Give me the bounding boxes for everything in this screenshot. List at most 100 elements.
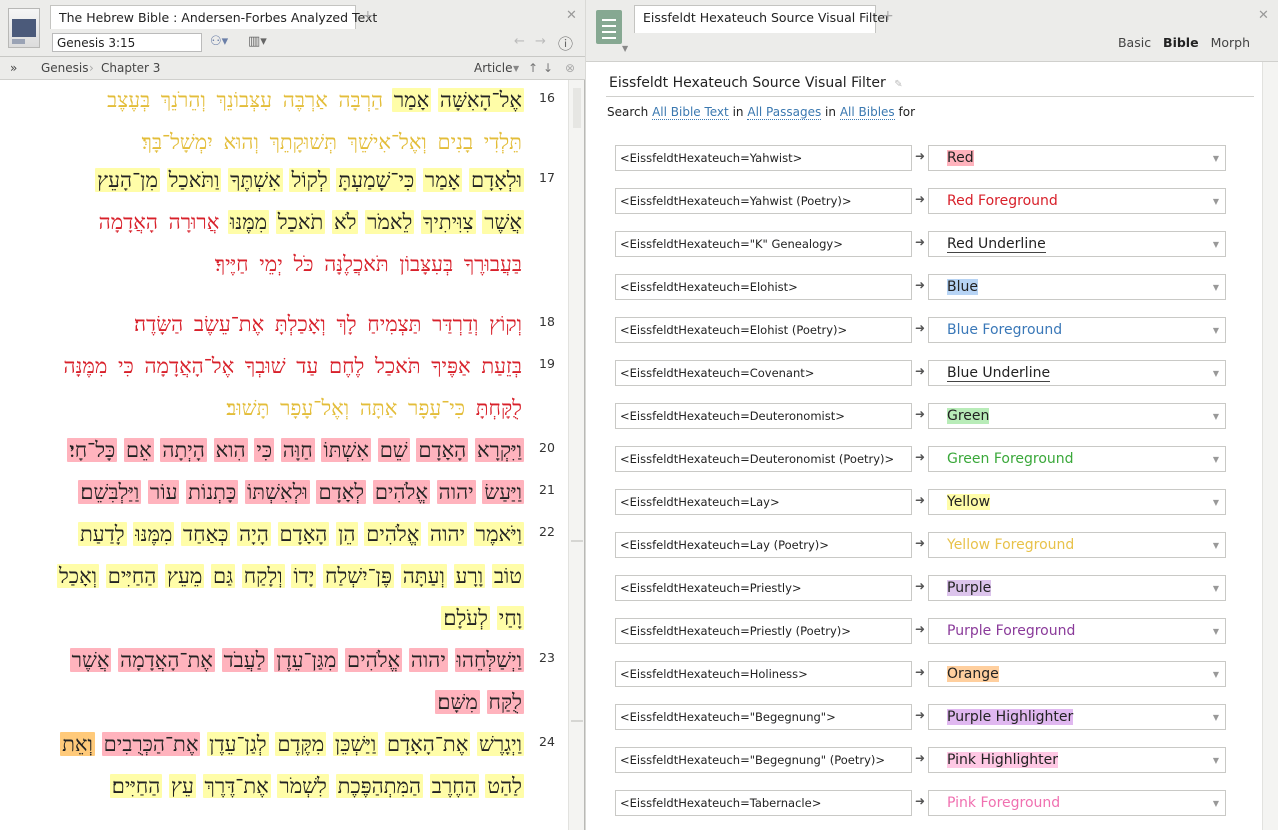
hebrew-word[interactable]: תֹּאכַל [373, 354, 423, 378]
chevron-down-icon[interactable]: ▼ [1213, 670, 1219, 679]
hebrew-word[interactable]: וַיַּשְׁכֵּן [332, 732, 379, 756]
hebrew-word[interactable]: לָדַעַת [77, 522, 127, 546]
hebrew-word[interactable]: אִשְׁתֶּךָ [228, 168, 283, 192]
filter-query-input[interactable]: <EissfeldtHexateuch=Deuteronomist (Poetr… [615, 446, 912, 472]
hebrew-word[interactable]: אִשְׁתּוֹ [321, 438, 372, 462]
hebrew-word[interactable]: יהוה [408, 648, 448, 672]
chevron-down-icon[interactable]: ▼ [1213, 240, 1219, 249]
hebrew-word[interactable]: תֵּלְדִי [482, 130, 524, 154]
document-menu-icon[interactable]: ▼ [622, 44, 628, 53]
resource-cover-icon[interactable] [8, 8, 40, 48]
highlight-style-select[interactable]: Yellow Foreground ▼ [928, 532, 1226, 558]
chevron-down-icon[interactable]: ▼ [1213, 541, 1219, 550]
hebrew-word[interactable]: כִּי [254, 438, 275, 462]
scroll-thumb[interactable] [573, 88, 581, 128]
chevron-down-icon[interactable]: ▼ [1213, 283, 1219, 292]
hebrew-word[interactable]: תַּצְמִיחַ [365, 312, 423, 336]
reference-input[interactable]: Genesis 3:15 [52, 33, 202, 52]
chevron-down-icon[interactable]: ▼ [1213, 412, 1219, 421]
hebrew-word[interactable]: תָּשׁוּב׃ [224, 396, 271, 420]
hebrew-word[interactable]: אֶת־דֶּרֶךְ [202, 774, 271, 798]
edit-pencil-icon[interactable]: ✎ [894, 79, 902, 90]
hebrew-word[interactable]: כָּל־חָי׃ [67, 438, 118, 462]
hebrew-word[interactable]: אֲשֶׁר [69, 648, 112, 672]
highlight-style-select[interactable]: Purple ▼ [928, 575, 1226, 601]
search-text-scope-link[interactable]: All Bible Text [652, 105, 729, 120]
hebrew-word[interactable]: וּלְאִשְׁתּוֹ [244, 480, 310, 504]
highlight-style-select[interactable]: Pink Foreground ▼ [928, 790, 1226, 816]
verse-number[interactable]: 18 [532, 314, 562, 329]
hebrew-word[interactable]: אֱלֹהִים [364, 522, 422, 546]
hebrew-word[interactable]: לְאָדָם [316, 480, 367, 504]
hebrew-word[interactable]: לֻקָּחְתָּ [474, 396, 524, 420]
hebrew-word[interactable]: הָאָדָם [416, 438, 469, 462]
breadcrumb-book[interactable]: Genesis [41, 61, 89, 75]
hebrew-word[interactable]: שׁוּבְךָ [243, 354, 288, 378]
hebrew-word[interactable]: וָחַי [496, 606, 524, 630]
hebrew-word[interactable]: הַרְבָּה [337, 88, 386, 112]
hebrew-word[interactable]: לַעֲבֹד [221, 648, 268, 672]
highlight-style-select[interactable]: Pink Highlighter ▼ [928, 747, 1226, 773]
hebrew-word[interactable]: מֵעֵץ [165, 564, 205, 588]
hebrew-word[interactable]: עֵץ [169, 774, 196, 798]
panel-layout-icon[interactable]: ▥▾ [248, 34, 267, 49]
chevron-down-icon[interactable]: ▼ [1213, 498, 1219, 507]
highlight-style-select[interactable]: Yellow ▼ [928, 489, 1226, 515]
hebrew-word[interactable]: וְלָקַח [241, 564, 285, 588]
hebrew-word[interactable]: אֵם [123, 438, 154, 462]
hebrew-word[interactable]: מִקֶּדֶם [275, 732, 327, 756]
hebrew-word[interactable]: בָנִים [436, 130, 476, 154]
chevron-down-icon[interactable]: ▼ [1213, 756, 1219, 765]
hebrew-word[interactable]: לֻקַּח [486, 690, 524, 714]
hebrew-word[interactable]: וְהוּא [221, 130, 260, 154]
hebrew-word[interactable]: וְאֵת [60, 732, 95, 756]
hebrew-word[interactable]: לְקוֹל [289, 168, 330, 192]
hebrew-word[interactable]: אֶל־הָאִשָּׁה [437, 88, 524, 112]
hebrew-word[interactable]: הַשָּׂדֶה׃ [132, 312, 185, 336]
highlight-style-select[interactable]: Blue Underline ▼ [928, 360, 1226, 386]
hebrew-word[interactable]: טוֹב [491, 564, 524, 588]
hebrew-word[interactable]: תֹאכַל [275, 210, 326, 234]
hebrew-word[interactable]: כְּאַחַד [181, 522, 231, 546]
filter-query-input[interactable]: <EissfeldtHexateuch=Elohist (Poetry)> [615, 317, 912, 343]
hebrew-word[interactable]: וַיַּלְבִּשֵׁם׃ [78, 480, 142, 504]
expand-chevron-icon[interactable]: » [10, 61, 17, 75]
chevron-down-icon[interactable]: ▼ [1213, 627, 1219, 636]
hebrew-word[interactable]: וְאָכַלְתָּ [273, 312, 328, 336]
hebrew-word[interactable]: כָּתְנוֹת [186, 480, 239, 504]
hebrew-word[interactable]: לְגַן־עֵדֶן [207, 732, 269, 756]
document-icon[interactable] [596, 10, 622, 44]
next-article-icon[interactable]: ↓ [543, 61, 553, 75]
filter-query-input[interactable]: <EissfeldtHexateuch="Begegnung"> [615, 704, 912, 730]
hebrew-word[interactable]: וְקוֹץ [487, 312, 524, 336]
new-tab-plus-icon[interactable]: + [362, 8, 374, 24]
hebrew-word[interactable]: וַיֹּאמֶר [473, 522, 524, 546]
hebrew-word[interactable]: הַחַיִּים [105, 564, 159, 588]
filter-query-input[interactable]: <EissfeldtHexateuch=Priestly (Poetry)> [615, 618, 912, 644]
hebrew-word[interactable]: אֶת־עֵשֶׂב [192, 312, 266, 336]
hebrew-word[interactable]: גַּם [211, 564, 236, 588]
verse-number[interactable]: 22 [532, 524, 562, 539]
hebrew-word[interactable]: יָדוֹ [291, 564, 317, 588]
verse-number[interactable]: 24 [532, 734, 562, 749]
chevron-down-icon[interactable]: ▼ [1213, 455, 1219, 464]
hebrew-word[interactable]: חַיֶּיךָ׃ [213, 252, 251, 276]
hebrew-word[interactable]: וּלְאָדָם [468, 168, 524, 192]
filter-query-input[interactable]: <EissfeldtHexateuch=Tabernacle> [615, 790, 912, 816]
article-selector[interactable]: Article [474, 61, 513, 75]
filter-query-input[interactable]: <EissfeldtHexateuch=Deuteronomist> [615, 403, 912, 429]
parallel-resources-icon[interactable]: ⚇▾ [210, 34, 228, 49]
hebrew-word[interactable]: מִמֶּנּוּ [228, 210, 270, 234]
info-icon[interactable]: ⓘ [558, 33, 573, 54]
filter-query-input[interactable]: <EissfeldtHexateuch=Holiness> [615, 661, 912, 687]
hebrew-word[interactable]: הַחֶרֶב [429, 774, 479, 798]
hebrew-word[interactable]: אֲרוּרָה [167, 210, 222, 234]
hebrew-word[interactable]: אָמַר [391, 88, 432, 112]
highlight-style-select[interactable]: Blue Foreground ▼ [928, 317, 1226, 343]
filter-query-input[interactable]: <EissfeldtHexateuch="K" Genealogy> [615, 231, 912, 257]
hebrew-word[interactable]: כִּי־שָׁמַעְתָּ [336, 168, 417, 192]
hebrew-word[interactable]: אֱלֹהִים [372, 480, 430, 504]
verse-number[interactable]: 23 [532, 650, 562, 665]
highlight-style-select[interactable]: Purple Highlighter ▼ [928, 704, 1226, 730]
hebrew-word[interactable]: וְהֵרֹנֵךְ [159, 88, 208, 112]
